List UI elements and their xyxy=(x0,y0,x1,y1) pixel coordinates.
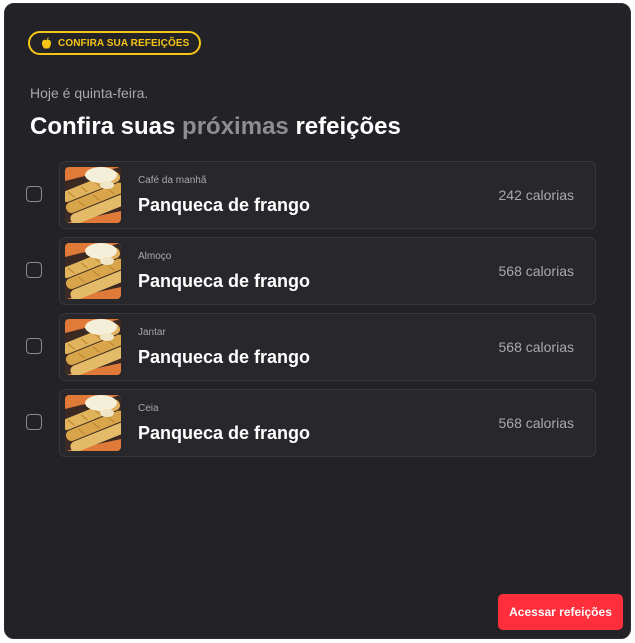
meal-calories: 568 calorias xyxy=(498,339,575,355)
meal-card[interactable]: Café da manhã Panqueca de frango 242 cal… xyxy=(59,161,596,229)
meal-row: Ceia Panqueca de frango 568 calorias xyxy=(25,389,597,457)
title-part-1: Confira suas xyxy=(30,113,176,140)
meal-row: Almoço Panqueca de frango 568 calorias xyxy=(25,237,597,305)
meal-thumbnail xyxy=(65,167,121,223)
meal-row: Jantar Panqueca de frango 568 calorias xyxy=(25,313,597,381)
apple-icon xyxy=(41,37,52,49)
access-meals-button[interactable]: Acessar refeições xyxy=(498,594,623,630)
meals-card: CONFIRA SUA REFEIÇÕES Hoje é quinta-feir… xyxy=(4,3,631,639)
meal-name: Panqueca de frango xyxy=(138,271,311,291)
title-highlight: próximas xyxy=(182,113,289,140)
meal-calories: 568 calorias xyxy=(498,263,575,279)
meal-type: Jantar xyxy=(138,327,166,338)
meal-type: Café da manhã xyxy=(138,175,207,186)
date-subtitle: Hoje é quinta-feira. xyxy=(30,85,149,101)
meal-name: Panqueca de frango xyxy=(138,195,311,215)
meal-row: Café da manhã Panqueca de frango 242 cal… xyxy=(25,161,597,229)
meal-card[interactable]: Ceia Panqueca de frango 568 calorias xyxy=(59,389,596,457)
section-badge: CONFIRA SUA REFEIÇÕES xyxy=(28,31,202,55)
meal-type: Almoço xyxy=(138,251,172,262)
meal-card[interactable]: Almoço Panqueca de frango 568 calorias xyxy=(59,237,596,305)
meal-thumbnail xyxy=(65,243,121,299)
meal-checkbox[interactable] xyxy=(26,414,42,430)
meal-checkbox[interactable] xyxy=(26,186,42,202)
meal-thumbnail xyxy=(65,395,121,451)
meal-name: Panqueca de frango xyxy=(138,347,311,367)
title-part-2: refeições xyxy=(295,113,401,140)
meal-checkbox[interactable] xyxy=(26,338,42,354)
meal-card[interactable]: Jantar Panqueca de frango 568 calorias xyxy=(59,313,596,381)
page-title: Confira suas próximas refeições xyxy=(30,113,401,141)
meal-checkbox[interactable] xyxy=(26,262,42,278)
meal-calories: 568 calorias xyxy=(498,415,575,431)
badge-label: CONFIRA SUA REFEIÇÕES xyxy=(58,37,190,49)
meal-name: Panqueca de frango xyxy=(138,423,311,443)
meal-calories: 242 calorias xyxy=(498,187,575,203)
meal-thumbnail xyxy=(65,319,121,375)
meal-type: Ceia xyxy=(138,403,159,414)
